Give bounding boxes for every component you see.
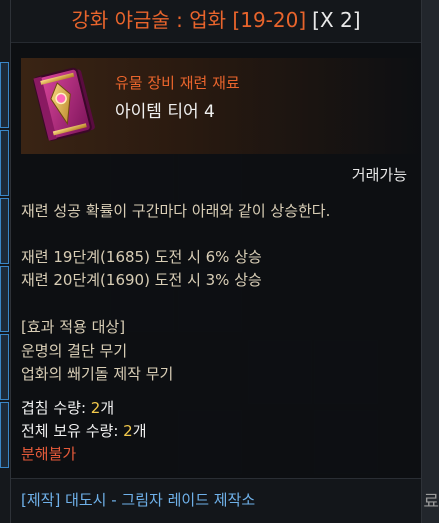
inventory-scroll-edge (420, 0, 439, 523)
item-tier: 아이템 티어 4 (115, 102, 215, 122)
inventory-category-strip (0, 0, 10, 523)
target-item: 업화의 쐐기돌 제작 무기 (21, 365, 174, 383)
tooltip-footer: [제작] 대도시 - 그림자 레이드 제작소 (11, 479, 421, 523)
item-stack-count: [X 2] (312, 8, 361, 32)
item-category: 유물 장비 재련 재료 (115, 74, 240, 92)
acquisition-source: [제작] 대도시 - 그림자 레이드 제작소 (21, 491, 256, 509)
target-item: 운명의 결단 무기 (21, 342, 128, 360)
item-tooltip: 강화 야금술 : 업화 [19-20] [X 2] 유물 장비 재련 재료 아이… (10, 0, 422, 523)
inventory-category-tab[interactable] (0, 334, 9, 400)
stack-quantity: 겹침 수량: 2개 (21, 397, 114, 418)
item-name: 강화 야금술 : 업화 [19-20] (71, 8, 307, 32)
refine-bonus-line: 재련 19단계(1685) 도전 시 6% 상승 (21, 248, 262, 266)
tooltip-title: 강화 야금술 : 업화 [19-20] [X 2] (11, 0, 421, 43)
inventory-category-tab[interactable] (0, 266, 9, 332)
inventory-category-tab[interactable] (0, 402, 9, 468)
magic-tome-icon (23, 62, 105, 150)
stack-quantity-label: 겹침 수량: (21, 399, 91, 417)
owned-quantity-label: 전체 보유 수량: (21, 422, 124, 440)
inventory-category-tab[interactable] (0, 130, 9, 196)
owned-quantity: 전체 보유 수량: 2개 (21, 420, 147, 441)
stack-quantity-unit: 개 (100, 399, 115, 417)
stack-quantity-value: 2 (90, 399, 101, 417)
refine-bonus-line: 재련 20단계(1690) 도전 시 3% 상승 (21, 271, 262, 289)
owned-quantity-unit: 개 (132, 422, 147, 440)
inventory-category-tab[interactable] (0, 62, 9, 128)
inventory-category-tab[interactable] (0, 198, 9, 264)
disassemble-status: 분해불가 (21, 445, 77, 463)
trade-status: 거래가능 (351, 166, 407, 184)
owned-quantity-value: 2 (123, 422, 133, 440)
target-header: [효과 적용 대상] (21, 318, 126, 336)
item-description: 재련 성공 확률이 구간마다 아래와 같이 상승한다. (21, 202, 331, 220)
